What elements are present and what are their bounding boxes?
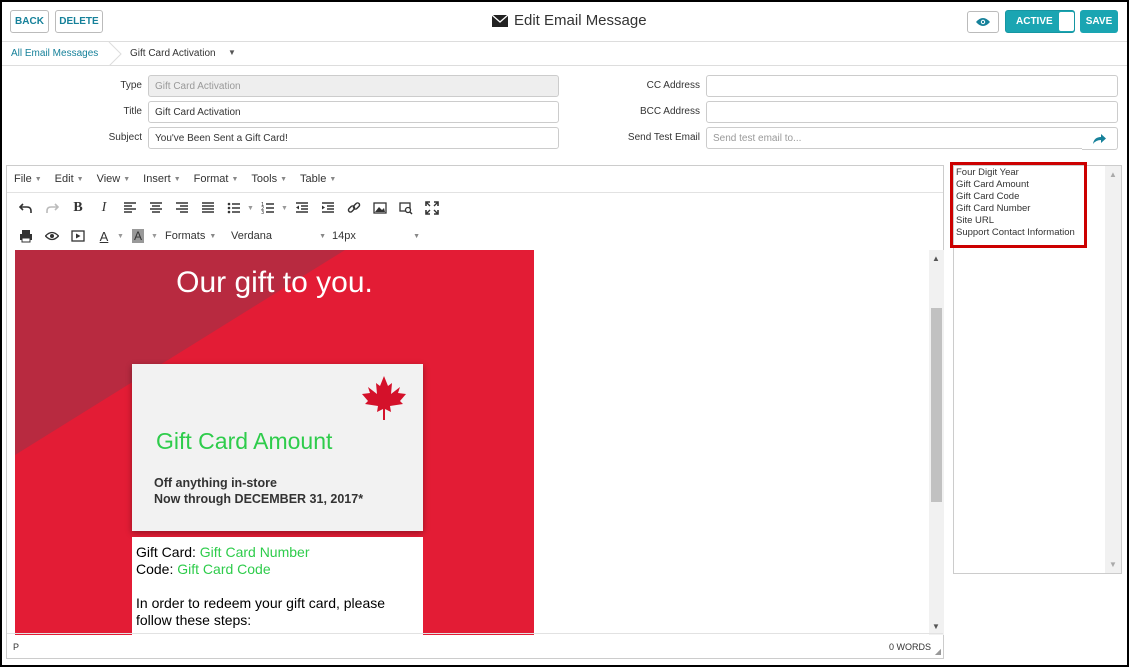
- breadcrumb-all-email-messages[interactable]: All Email Messages: [11, 48, 98, 59]
- redeem-instructions: In order to redeem your gift card, pleas…: [136, 595, 386, 628]
- offer-line-1: Off anything in-store: [154, 476, 277, 490]
- send-test-email-label: Send Test Email: [627, 132, 700, 143]
- font-size-dropdown[interactable]: 14px ▼: [332, 230, 420, 242]
- maple-leaf-icon: [362, 376, 406, 420]
- media-icon[interactable]: [65, 225, 91, 247]
- background-color-icon[interactable]: A: [125, 225, 151, 247]
- save-button[interactable]: SAVE: [1080, 10, 1118, 33]
- chevron-down-icon[interactable]: ▼: [151, 233, 159, 240]
- italic-icon[interactable]: I: [91, 197, 117, 219]
- resize-handle-icon[interactable]: ◢: [935, 647, 941, 656]
- code-line: Code: Gift Card Code: [136, 561, 271, 577]
- bullet-list-icon[interactable]: [221, 197, 247, 219]
- bold-icon[interactable]: B: [65, 197, 91, 219]
- gift-card-panel: Gift Card Amount Off anything in-store N…: [132, 364, 423, 531]
- scroll-down-icon[interactable]: ▼: [1109, 560, 1117, 569]
- highlight-box: [950, 162, 1087, 248]
- editor-menubar: File ▼ Edit ▼ View ▼ Insert ▼ Format ▼ Tools ▼…: [7, 166, 943, 193]
- title-label: Title: [123, 106, 142, 117]
- back-button[interactable]: BACK: [10, 10, 49, 33]
- rich-text-editor: File ▼ Edit ▼ View ▼ Insert ▼ Format ▼ Tools ▼…: [6, 165, 944, 659]
- gift-card-details: Gift Card: Gift Card Number Code: Gift C…: [132, 537, 423, 635]
- numbered-list-icon[interactable]: 123: [255, 197, 281, 219]
- editor-statusbar: P 0 WORDS ◢: [7, 633, 943, 658]
- editor-scrollbar[interactable]: ▲ ▼: [929, 250, 944, 635]
- share-arrow-icon: [1093, 133, 1106, 144]
- delete-button[interactable]: DELETE: [55, 10, 103, 33]
- align-left-icon[interactable]: [117, 197, 143, 219]
- gift-card-code-placeholder: Gift Card Code: [177, 561, 271, 577]
- breadcrumb-current[interactable]: Gift Card Activation: [130, 48, 216, 59]
- gift-card-line: Gift Card: Gift Card Number: [136, 544, 310, 560]
- menu-format[interactable]: Format ▼: [194, 173, 239, 185]
- divider: [2, 65, 1127, 66]
- subject-field[interactable]: You've Been Sent a Gift Card!: [148, 127, 559, 149]
- cc-address-label: CC Address: [646, 80, 700, 91]
- email-heading: Our gift to you.: [176, 266, 373, 299]
- editor-toolbar-row-1: B I ▼ 123 ▼: [7, 194, 943, 222]
- card-amount-placeholder: Gift Card Amount: [156, 428, 333, 454]
- editor-toolbar-row-2: A ▼ A ▼ Formats ▼ Verdana ▼ 14px ▼: [7, 222, 943, 250]
- font-family-dropdown[interactable]: Verdana ▼: [231, 230, 326, 242]
- undo-icon[interactable]: [13, 197, 39, 219]
- menu-view[interactable]: View ▼: [97, 173, 131, 185]
- chevron-down-icon[interactable]: ▼: [117, 233, 125, 240]
- menu-file[interactable]: File ▼: [14, 173, 42, 185]
- print-icon[interactable]: [13, 225, 39, 247]
- breadcrumb-separator-icon: [108, 42, 122, 66]
- element-path[interactable]: P: [13, 642, 19, 652]
- editor-content[interactable]: Our gift to you. Gift Card Amount Off an…: [7, 250, 929, 635]
- redo-icon[interactable]: [39, 197, 65, 219]
- menu-insert[interactable]: Insert ▼: [143, 173, 180, 185]
- divider: [2, 41, 1127, 42]
- chevron-down-icon[interactable]: ▼: [228, 48, 236, 57]
- fullscreen-icon[interactable]: [419, 197, 445, 219]
- scroll-up-icon[interactable]: ▲: [1109, 170, 1117, 179]
- bcc-address-label: BCC Address: [639, 106, 700, 117]
- scrollbar-thumb[interactable]: [931, 308, 942, 502]
- align-right-icon[interactable]: [169, 197, 195, 219]
- media-search-icon[interactable]: [393, 197, 419, 219]
- active-toggle-label: ACTIVE: [1016, 16, 1053, 27]
- email-hero: Our gift to you. Gift Card Amount Off an…: [15, 250, 534, 635]
- placeholder-scrollbar[interactable]: ▲ ▼: [1105, 166, 1121, 573]
- menu-tools[interactable]: Tools ▼: [251, 173, 287, 185]
- gift-card-number-placeholder: Gift Card Number: [199, 544, 310, 560]
- page-title: Edit Email Message: [492, 12, 647, 29]
- menu-edit[interactable]: Edit ▼: [55, 173, 84, 185]
- align-center-icon[interactable]: [143, 197, 169, 219]
- type-field: Gift Card Activation: [148, 75, 559, 97]
- menu-table[interactable]: Table ▼: [300, 173, 336, 185]
- indent-icon[interactable]: [315, 197, 341, 219]
- image-icon[interactable]: [367, 197, 393, 219]
- preview-button[interactable]: [967, 11, 999, 33]
- outdent-icon[interactable]: [289, 197, 315, 219]
- subject-label: Subject: [108, 132, 142, 143]
- formats-dropdown[interactable]: Formats ▼: [165, 230, 225, 242]
- type-label: Type: [120, 80, 142, 91]
- cc-address-field[interactable]: [706, 75, 1118, 97]
- eye-icon: [976, 18, 990, 26]
- bcc-address-field[interactable]: [706, 101, 1118, 123]
- link-icon[interactable]: [341, 197, 367, 219]
- page-title-text: Edit Email Message: [514, 12, 647, 29]
- scroll-down-icon[interactable]: ▼: [932, 622, 940, 631]
- active-toggle[interactable]: ACTIVE: [1005, 10, 1075, 33]
- scroll-up-icon[interactable]: ▲: [932, 254, 940, 263]
- justify-icon[interactable]: [195, 197, 221, 219]
- send-test-email-input[interactable]: Send test email to...: [706, 127, 1083, 149]
- toggle-knob: [1059, 12, 1074, 31]
- offer-line-2: Now through DECEMBER 31, 2017*: [154, 492, 364, 506]
- send-test-button[interactable]: [1082, 127, 1118, 150]
- preview-eye-icon[interactable]: [39, 225, 65, 247]
- word-count: 0 WORDS: [888, 642, 931, 652]
- chevron-down-icon[interactable]: ▼: [247, 205, 255, 212]
- envelope-icon: [492, 14, 508, 27]
- chevron-down-icon[interactable]: ▼: [281, 205, 289, 212]
- title-field[interactable]: Gift Card Activation: [148, 101, 559, 123]
- text-color-icon[interactable]: A: [91, 225, 117, 247]
- svg-text:3: 3: [261, 210, 264, 215]
